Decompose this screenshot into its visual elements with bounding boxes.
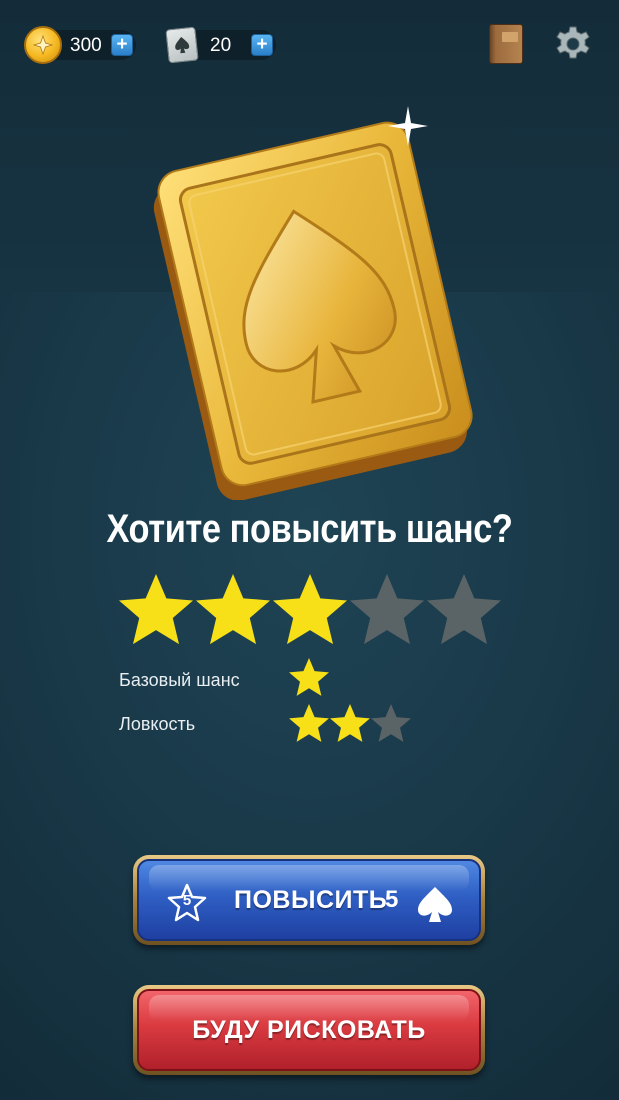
star-cost-value: 5 xyxy=(182,892,192,909)
star-empty-icon xyxy=(371,704,411,742)
coin-icon xyxy=(24,26,62,64)
card-count: 20 xyxy=(210,35,232,56)
upgrade-button[interactable]: 5 ПОВЫСИТЬ 5 xyxy=(133,855,485,945)
star-empty-icon xyxy=(349,573,425,645)
spade-icon xyxy=(418,887,452,922)
star-filled-icon xyxy=(330,704,370,742)
book-icon[interactable] xyxy=(489,24,523,64)
take-risk-button-label: БУДУ РИСКОВАТЬ xyxy=(192,1015,426,1044)
upgrade-price: 5 xyxy=(385,886,399,913)
base-chance-label: Базовый шанс xyxy=(119,670,240,690)
gear-icon[interactable] xyxy=(553,24,593,64)
star-filled-icon xyxy=(195,573,271,645)
total-rating xyxy=(117,572,502,650)
upgrade-button-label: ПОВЫСИТЬ xyxy=(234,885,388,914)
add-cards-button[interactable]: + xyxy=(251,34,273,56)
agility-rating xyxy=(288,703,418,745)
spade-card-icon xyxy=(165,26,199,64)
golden-spade-card-image xyxy=(153,106,473,500)
base-chance-rating xyxy=(288,657,418,699)
agility-label: Ловкость xyxy=(119,714,196,734)
star-filled-icon xyxy=(289,704,329,742)
take-risk-button[interactable]: БУДУ РИСКОВАТЬ xyxy=(133,985,485,1075)
star-empty-icon xyxy=(426,573,502,645)
add-coins-button[interactable]: + xyxy=(111,34,133,56)
star-filled-icon xyxy=(118,573,194,645)
coin-count: 300 xyxy=(70,35,102,56)
star-filled-icon xyxy=(272,573,348,645)
star-filled-icon xyxy=(289,658,329,696)
dialog-title: Хотите повысить шанс? xyxy=(106,507,513,551)
